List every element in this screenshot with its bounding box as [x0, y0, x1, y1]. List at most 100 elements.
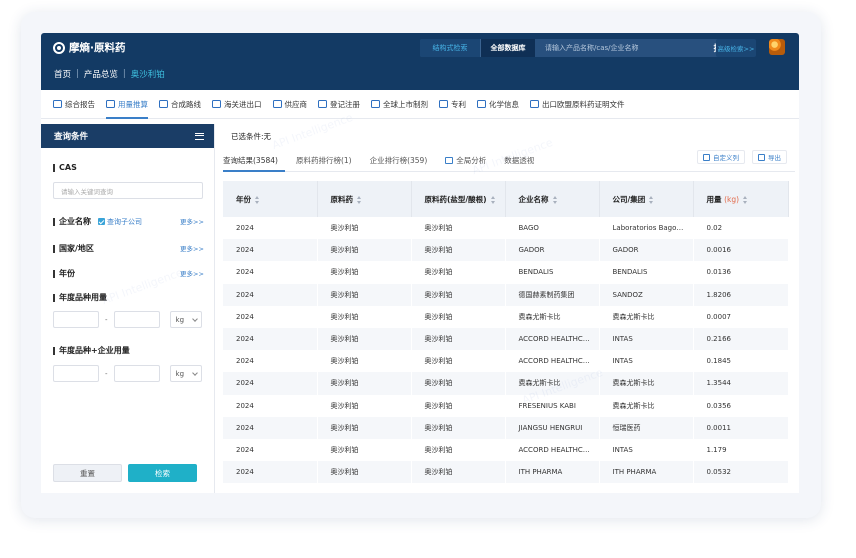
- cell-api-salt: 奥沙利铂: [411, 461, 505, 484]
- cell-year: 2024: [223, 461, 317, 484]
- sort-icon[interactable]: [490, 195, 496, 204]
- cell-api-salt: 奥沙利铂: [411, 416, 505, 439]
- company-usage-min-input[interactable]: [53, 365, 99, 382]
- subtab-global-analysis[interactable]: 全局分析: [445, 155, 486, 166]
- column-label: 企业名称: [518, 194, 549, 204]
- cell-company: ACCORD HEALTHC…: [505, 327, 599, 351]
- tab-patent[interactable]: 专利: [439, 90, 466, 119]
- col-company[interactable]: 企业名称: [505, 181, 600, 217]
- sidebar-header: 查询条件: [41, 124, 214, 148]
- tab-supplier[interactable]: 供应商: [272, 90, 308, 119]
- breadcrumb-separator: |: [122, 69, 126, 79]
- company-more-link[interactable]: 更多>>: [180, 216, 204, 226]
- user-avatar[interactable]: [769, 39, 785, 55]
- sort-icon[interactable]: [255, 195, 260, 204]
- custom-column-button[interactable]: 自定义列: [697, 150, 745, 164]
- cell-api-salt: 奥沙利铂: [424, 268, 453, 277]
- nav-tabs: 综合报告 用量推算 合成路线 海关进出口 供应商 登记注册 全球上市制剂 专利 …: [41, 90, 799, 119]
- table-row[interactable]: 2024 奥沙利铂 奥沙利铂 GADOR GADOR 0.0016: [223, 239, 788, 262]
- company-usage-max-input[interactable]: [113, 365, 160, 382]
- table-row[interactable]: 2024 奥沙利铂 奥沙利铂 BENDALIS BENDALIS 0.0136: [223, 261, 788, 283]
- sort-icon[interactable]: [357, 195, 362, 204]
- col-usage[interactable]: 用量 (kg): [693, 181, 789, 217]
- search-input[interactable]: [535, 39, 701, 57]
- subtab-divider: [223, 171, 795, 172]
- app-logo[interactable]: 摩熵·原料药: [53, 40, 126, 55]
- report-icon: [53, 100, 62, 108]
- checkbox-label: 查询子公司: [107, 217, 142, 226]
- sidebar-title: 查询条件: [54, 132, 89, 142]
- col-api[interactable]: 原料药: [317, 181, 412, 217]
- register-icon: [318, 100, 327, 108]
- cell-company: ACCORD HEALTHC…: [518, 445, 590, 454]
- subtab-pivot[interactable]: 数据透视: [504, 155, 534, 166]
- company-label: 企业名称 查询子公司: [53, 216, 142, 227]
- sort-icon[interactable]: [552, 195, 558, 204]
- tab-usage[interactable]: 用量推算: [106, 90, 148, 119]
- structure-search-button[interactable]: 结构式检索: [420, 39, 481, 57]
- reset-button[interactable]: 重置: [53, 464, 122, 482]
- breadcrumb-home[interactable]: 首页: [54, 68, 71, 80]
- company-unit-select[interactable]: kg: [169, 365, 202, 382]
- cas-input[interactable]: 请输入关键词查询: [53, 182, 203, 199]
- cell-year: 2024: [223, 372, 317, 395]
- tool-label: 自定义列: [713, 154, 739, 162]
- tab-report[interactable]: 综合报告: [53, 90, 95, 119]
- year-more-link[interactable]: 更多>>: [180, 268, 204, 278]
- sort-icon[interactable]: [743, 195, 748, 204]
- subtab-api-ranking[interactable]: 原料药排行榜(1): [296, 155, 352, 166]
- subsidiary-checkbox[interactable]: 查询子公司: [98, 217, 142, 227]
- breadcrumb-overview[interactable]: 产品总览: [84, 68, 118, 80]
- cell-usage: 0.0007: [706, 312, 732, 321]
- cell-usage: 0.0011: [693, 416, 788, 439]
- database-select[interactable]: 全部数据库: [481, 39, 535, 57]
- country-more-link[interactable]: 更多>>: [180, 243, 204, 253]
- tab-chemistry[interactable]: 化学信息: [477, 90, 519, 119]
- subtab-results[interactable]: 查询结果(3584): [223, 155, 278, 166]
- label-text: 年份: [59, 269, 75, 278]
- export-button[interactable]: 导出: [752, 150, 787, 164]
- query-sidebar: 查询条件 CAS 请输入关键词查询 企业名称 查询子公司 更多>> 国家/地区 …: [41, 124, 215, 493]
- col-year[interactable]: 年份: [223, 181, 318, 217]
- tab-synthesis[interactable]: 合成路线: [159, 90, 201, 119]
- usage-unit-select[interactable]: kg: [169, 311, 202, 328]
- table-row[interactable]: 2024 奥沙利铂 奥沙利铂 费森尤斯卡比 费森尤斯卡比 0.0007: [223, 306, 788, 328]
- table-row[interactable]: 2024 奥沙利铂 奥沙利铂 费森尤斯卡比 费森尤斯卡比 1.3544: [223, 372, 788, 395]
- advanced-search-button[interactable]: 高级检索>>: [716, 39, 756, 57]
- tab-registration[interactable]: 登记注册: [318, 90, 360, 119]
- table-row[interactable]: 2024 奥沙利铂 奥沙利铂 JIANGSU HENGRUI 恒瑞医药 0.0011: [223, 416, 788, 439]
- table-row[interactable]: 2024 奥沙利铂 奥沙利铂 FRESENIUS KABI 费森尤斯卡比 0.0356: [223, 395, 788, 417]
- col-group[interactable]: 公司/集团: [599, 181, 694, 217]
- cell-usage: 0.0532: [693, 461, 788, 484]
- range-dash: -: [105, 369, 108, 378]
- table-row[interactable]: 2024 奥沙利铂 奥沙利铂 ACCORD HEALTHC… INTAS 0.2166: [223, 327, 788, 351]
- cell-group: BENDALIS: [612, 268, 648, 277]
- table-row[interactable]: 2024 奥沙利铂 奥沙利铂 德国赫素制药集团 SANDOZ 1.8206: [223, 283, 788, 306]
- col-api-salt[interactable]: 原料药(盐型/酸根): [411, 181, 506, 217]
- tab-eu-certificate[interactable]: 出口欧盟原料药证明文件: [530, 90, 625, 119]
- range-dash: -: [105, 315, 108, 324]
- menu-icon[interactable]: [195, 132, 204, 140]
- table-row[interactable]: 2024 奥沙利铂 奥沙利铂 BAGO Laboratorios Bago… 0.02: [223, 217, 788, 239]
- tab-customs[interactable]: 海关进出口: [212, 90, 262, 119]
- query-button[interactable]: 检索: [128, 464, 197, 482]
- tab-label: 供应商: [284, 99, 308, 109]
- cell-company: GADOR: [505, 239, 599, 262]
- table-row[interactable]: 2024 奥沙利铂 奥沙利铂 ACCORD HEALTHC… INTAS 1.179: [223, 439, 788, 461]
- cell-year: 2024: [236, 445, 254, 454]
- cell-company: FRESENIUS KABI: [518, 401, 576, 410]
- cell-company: 费森尤斯卡比: [505, 372, 599, 395]
- subtab-company-ranking[interactable]: 企业排行榜(359): [370, 155, 428, 166]
- table-row[interactable]: 2024 奥沙利铂 奥沙利铂 ACCORD HEALTHC… INTAS 0.1845: [223, 350, 788, 372]
- tab-global-formulation[interactable]: 全球上市制剂: [371, 90, 428, 119]
- sort-icon[interactable]: [649, 195, 654, 204]
- usage-max-input[interactable]: [113, 311, 160, 328]
- top-header: 摩熵·原料药 结构式检索 全部数据库 搜索 高级检索>> 首页 | 产品总览 |…: [41, 33, 799, 90]
- table-row[interactable]: 2024 奥沙利铂 奥沙利铂 ITH PHARMA ITH PHARMA 0.0532: [223, 461, 788, 484]
- cell-usage: 0.02: [706, 224, 723, 233]
- usage-min-input[interactable]: [53, 311, 99, 328]
- globe-icon: [371, 100, 380, 108]
- document-icon: [530, 100, 539, 108]
- cell-usage: 0.0016: [693, 239, 788, 262]
- annual-usage-label: 年度品种用量: [53, 292, 107, 303]
